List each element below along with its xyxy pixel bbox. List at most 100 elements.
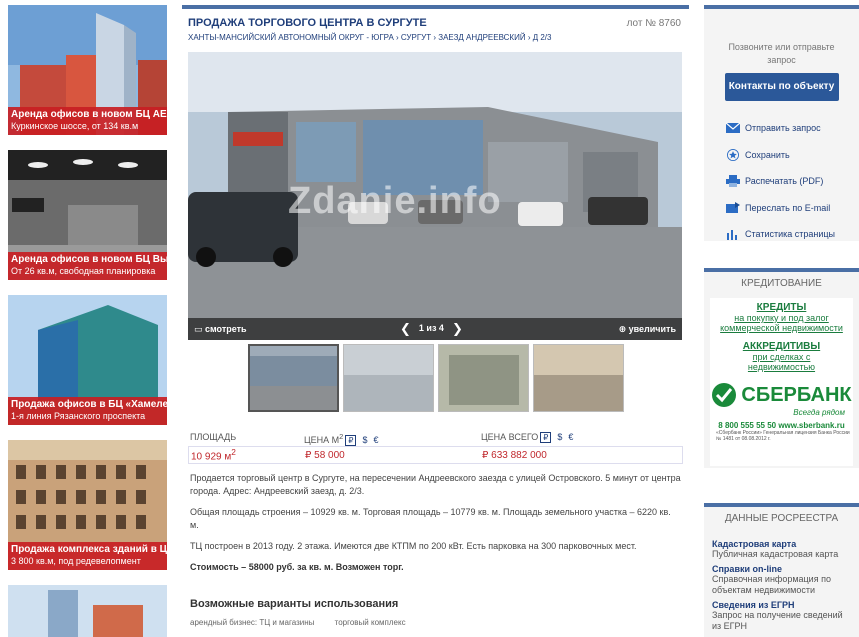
photo-counter: 1 из 4 — [418, 323, 444, 333]
photo-toolbar: ▭ смотреть ❮ 1 из 4 ❯ ⊕ увеличить — [188, 318, 682, 340]
ros-link[interactable]: Сведения из ЕГРН — [712, 600, 851, 610]
price-total-value: ₽ 633 882 000 — [482, 449, 547, 461]
forward-mail-icon — [726, 201, 740, 213]
usage-item[interactable]: торговый комплекс — [335, 618, 406, 627]
zoom-icon: ⊕ — [618, 324, 627, 334]
ad-line: КРЕДИТЫ — [756, 302, 807, 313]
star-icon — [727, 148, 739, 161]
photo-thumbnails — [182, 344, 689, 412]
description: Продается торговый центр в Сургуте, на п… — [190, 472, 681, 574]
price-table: ПЛОЩАДЬ ЦЕНА М2 ₽ $ € ЦЕНА ВСЕГО ₽ $ € 10 929 … — [188, 432, 683, 464]
banner-aero-city[interactable]: Аренда офисов в новом БЦ AERO City Курки… — [8, 5, 167, 135]
rosreestr-panel: ДАННЫЕ РОСРЕЕСТРА Кадастровая карта Публ… — [704, 503, 859, 637]
thumbnail-1[interactable] — [247, 344, 339, 412]
ros-desc: Справочная информация по объектам недвиж… — [712, 574, 831, 595]
ros-link[interactable]: Кадастровая карта — [712, 539, 851, 549]
printer-icon — [726, 175, 740, 188]
usd-toggle-total[interactable]: $ — [557, 432, 562, 442]
page-title: ПРОДАЖА ТОРГОВОГО ЦЕНТРА В СУРГУТЕ — [188, 17, 427, 29]
banner-partial[interactable] — [8, 585, 167, 637]
prev-arrow-icon[interactable]: ❮ — [400, 321, 411, 336]
lot-number: лот № 8760 — [626, 18, 681, 29]
envelope-icon — [726, 122, 740, 134]
left-banners: Аренда офисов в новом БЦ AERO City Курки… — [8, 5, 167, 637]
banner-cao[interactable]: Продажа комплекса зданий в ЦАО 3 800 кв.… — [8, 440, 167, 570]
print-label: Распечатать (PDF) — [745, 176, 824, 187]
thumbnail-3[interactable] — [437, 344, 529, 412]
description-paragraph: ТЦ построен в 2013 году. 2 этажа. Имеютс… — [190, 541, 637, 551]
banner-title: Аренда офисов в новом БЦ AERO City — [11, 109, 167, 120]
thumbnail-2[interactable] — [342, 344, 434, 412]
ad-line: при сделках с — [752, 352, 811, 362]
price-headers: ПЛОЩАДЬ ЦЕНА М2 ₽ $ € ЦЕНА ВСЕГО ₽ $ € — [188, 432, 683, 446]
next-arrow-icon[interactable]: ❯ — [452, 321, 463, 336]
usage-title: Возможные варианты использования — [190, 598, 399, 610]
price-total-label: ЦЕНА ВСЕГО — [481, 432, 539, 442]
sberbank-logo: СБЕРБАНК — [710, 382, 853, 408]
zoom-label: увеличить — [628, 324, 676, 334]
usd-toggle[interactable]: $ — [362, 435, 367, 445]
banner-subtitle: Куркинское шоссе, от 134 кв.м — [11, 121, 139, 131]
price-values: 10 929 м2 ₽ 58 000 ₽ 633 882 000 — [188, 446, 683, 464]
ad-line: недвижимостью — [747, 362, 816, 372]
price-total-header: ЦЕНА ВСЕГО ₽ $ € — [481, 432, 681, 446]
banner-caption: Продажа комплекса зданий в ЦАО 3 800 кв.… — [8, 542, 167, 570]
usage-item[interactable]: арендный бизнес: ТЦ и магазины — [190, 618, 314, 627]
sberbank-ad[interactable]: КРЕДИТЫ на покупку и под залог коммерчес… — [710, 298, 853, 466]
ros-desc: Публичная кадастровая карта — [712, 549, 839, 559]
rosreestr-title: ДАННЫЕ РОСРЕЕСТРА — [724, 513, 839, 524]
ad-line: коммерческой недвижимости — [720, 323, 843, 333]
save-link[interactable]: Сохранить — [704, 142, 859, 169]
bar-chart-icon — [727, 230, 737, 241]
ad-line: АККРЕДИТИВЫ — [742, 341, 821, 352]
photo-watermark: Zdanie.info — [288, 180, 502, 222]
ad-line: на покупку и под залог — [734, 313, 829, 323]
sberbank-icon — [712, 383, 737, 407]
listing-main: ПРОДАЖА ТОРГОВОГО ЦЕНТРА В СУРГУТЕ лот №… — [182, 5, 689, 627]
area-header: ПЛОЩАДЬ — [190, 432, 237, 442]
request-text: Позвоните или отправьте запрос — [728, 42, 835, 65]
description-paragraph: Общая площадь строения – 10929 кв. м. То… — [190, 507, 671, 530]
photo-pager: ❮ 1 из 4 ❯ — [400, 321, 463, 337]
banner-hameleon[interactable]: Продажа офисов в БЦ «Хамелеон» 1-я линия… — [8, 295, 167, 425]
area-value: 10 929 м2 — [191, 447, 236, 463]
print-link[interactable]: Распечатать (PDF) — [704, 168, 859, 195]
main-photo[interactable]: Zdanie.info ▭ смотреть ❮ 1 из 4 ❯ ⊕ увелич… — [188, 52, 682, 340]
ros-desc: Запрос на получение сведений из ЕГРН — [712, 610, 843, 631]
description-paragraph: Продается торговый центр в Сургуте, на п… — [190, 473, 681, 496]
view-label: смотреть — [205, 324, 247, 334]
price-m2-header: ЦЕНА М2 ₽ $ € — [304, 432, 379, 446]
zoom-button[interactable]: ⊕ увеличить — [619, 324, 676, 335]
eur-toggle[interactable]: € — [373, 435, 378, 445]
send-request-link[interactable]: Отправить запрос — [704, 115, 859, 142]
eur-toggle-total[interactable]: € — [568, 432, 573, 442]
brand-legal: «Сбербанк России» Генеральная лицензия Б… — [716, 430, 850, 442]
banner-caption: Аренда офисов в новом БЦ AERO City Курки… — [8, 107, 167, 135]
banner-title: Продажа офисов в БЦ «Хамелеон» — [11, 399, 167, 410]
banner-subtitle: От 26 кв.м, свободная планировка — [11, 266, 156, 276]
stats-link[interactable]: Статистика страницы — [704, 221, 859, 248]
email-label: Переслать по E-mail — [745, 202, 831, 213]
price-m2-value: ₽ 58 000 — [305, 449, 345, 461]
credit-title: КРЕДИТОВАНИЕ — [741, 278, 822, 289]
view-button[interactable]: ▭ смотреть — [194, 324, 247, 335]
right-sidebar: Позвоните или отправьте запрос Контакты … — [704, 5, 859, 637]
banner-subtitle: 1-я линия Рязанского проспекта — [11, 411, 146, 421]
brand-slogan: Всегда рядом — [793, 408, 845, 417]
brand-name: СБЕРБАНК — [741, 383, 852, 406]
save-label: Сохранить — [745, 149, 790, 160]
thumbnail-4[interactable] — [532, 344, 624, 412]
ros-link[interactable]: Справки on-line — [712, 564, 851, 574]
listing-header: ПРОДАЖА ТОРГОВОГО ЦЕНТРА В СУРГУТЕ лот №… — [182, 9, 689, 48]
contact-button[interactable]: Контакты по объекту — [724, 73, 839, 101]
contact-panel: Позвоните или отправьте запрос Контакты … — [704, 5, 859, 241]
rub-toggle[interactable]: ₽ — [345, 435, 357, 446]
breadcrumb[interactable]: ХАНТЫ-МАНСИЙСКИЙ АВТОНОМНЫЙ ОКРУГ - ЮГРА… — [188, 33, 683, 42]
price-m2-label: ЦЕНА М — [304, 435, 340, 445]
email-link[interactable]: Переслать по E-mail — [704, 195, 859, 222]
banner-image — [8, 585, 167, 637]
banner-caption: Аренда офисов в новом БЦ Высота От 26 кв… — [8, 252, 167, 280]
banner-title: Аренда офисов в новом БЦ Высота — [11, 254, 167, 265]
banner-vysota[interactable]: Аренда офисов в новом БЦ Высота От 26 кв… — [8, 150, 167, 280]
rub-toggle-total[interactable]: ₽ — [540, 432, 552, 443]
